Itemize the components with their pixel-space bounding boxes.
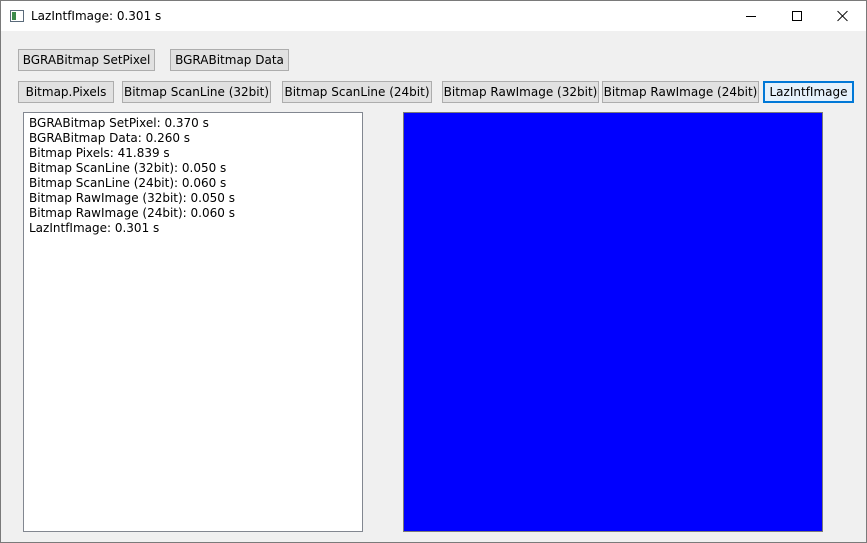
result-line: BGRABitmap Data: 0.260 s [29,131,191,145]
bitmap-scanline-32bit-button[interactable]: Bitmap ScanLine (32bit) [122,81,271,103]
title-bar[interactable]: LazIntfImage: 0.301 s [1,1,866,31]
minimize-button[interactable] [728,1,774,31]
bitmap-rawimage-32bit-button[interactable]: Bitmap RawImage (32bit) [442,81,599,103]
app-window-icon[interactable] [10,10,24,22]
maximize-icon [792,11,802,21]
bitmap-rawimage-24bit-button[interactable]: Bitmap RawImage (24bit) [602,81,759,103]
result-line: Bitmap RawImage (24bit): 0.060 s [29,206,235,220]
close-button[interactable] [820,1,866,31]
result-line: BGRABitmap SetPixel: 0.370 s [29,116,209,130]
bitmap-pixels-button[interactable]: Bitmap.Pixels [18,81,114,103]
window-title: LazIntfImage: 0.301 s [31,9,162,23]
minimize-icon [746,15,756,17]
result-line: Bitmap ScanLine (24bit): 0.060 s [29,176,227,190]
result-line: Bitmap RawImage (32bit): 0.050 s [29,191,235,205]
bitmap-scanline-24bit-button[interactable]: Bitmap ScanLine (24bit) [282,81,432,103]
bgrabitmap-setpixel-button[interactable]: BGRABitmap SetPixel [18,49,155,71]
app-window: LazIntfImage: 0.301 s BGRABitmap SetPixe… [0,0,867,543]
result-line: Bitmap ScanLine (32bit): 0.050 s [29,161,227,175]
lazintfimage-button[interactable]: LazIntfImage [763,81,854,103]
close-icon [837,10,849,22]
bgrabitmap-data-button[interactable]: BGRABitmap Data [170,49,289,71]
maximize-button[interactable] [774,1,820,31]
image-preview [403,112,823,532]
result-line: Bitmap Pixels: 41.839 s [29,146,170,160]
results-memo[interactable]: BGRABitmap SetPixel: 0.370 s BGRABitmap … [23,112,363,532]
result-line: LazIntfImage: 0.301 s [29,221,160,235]
